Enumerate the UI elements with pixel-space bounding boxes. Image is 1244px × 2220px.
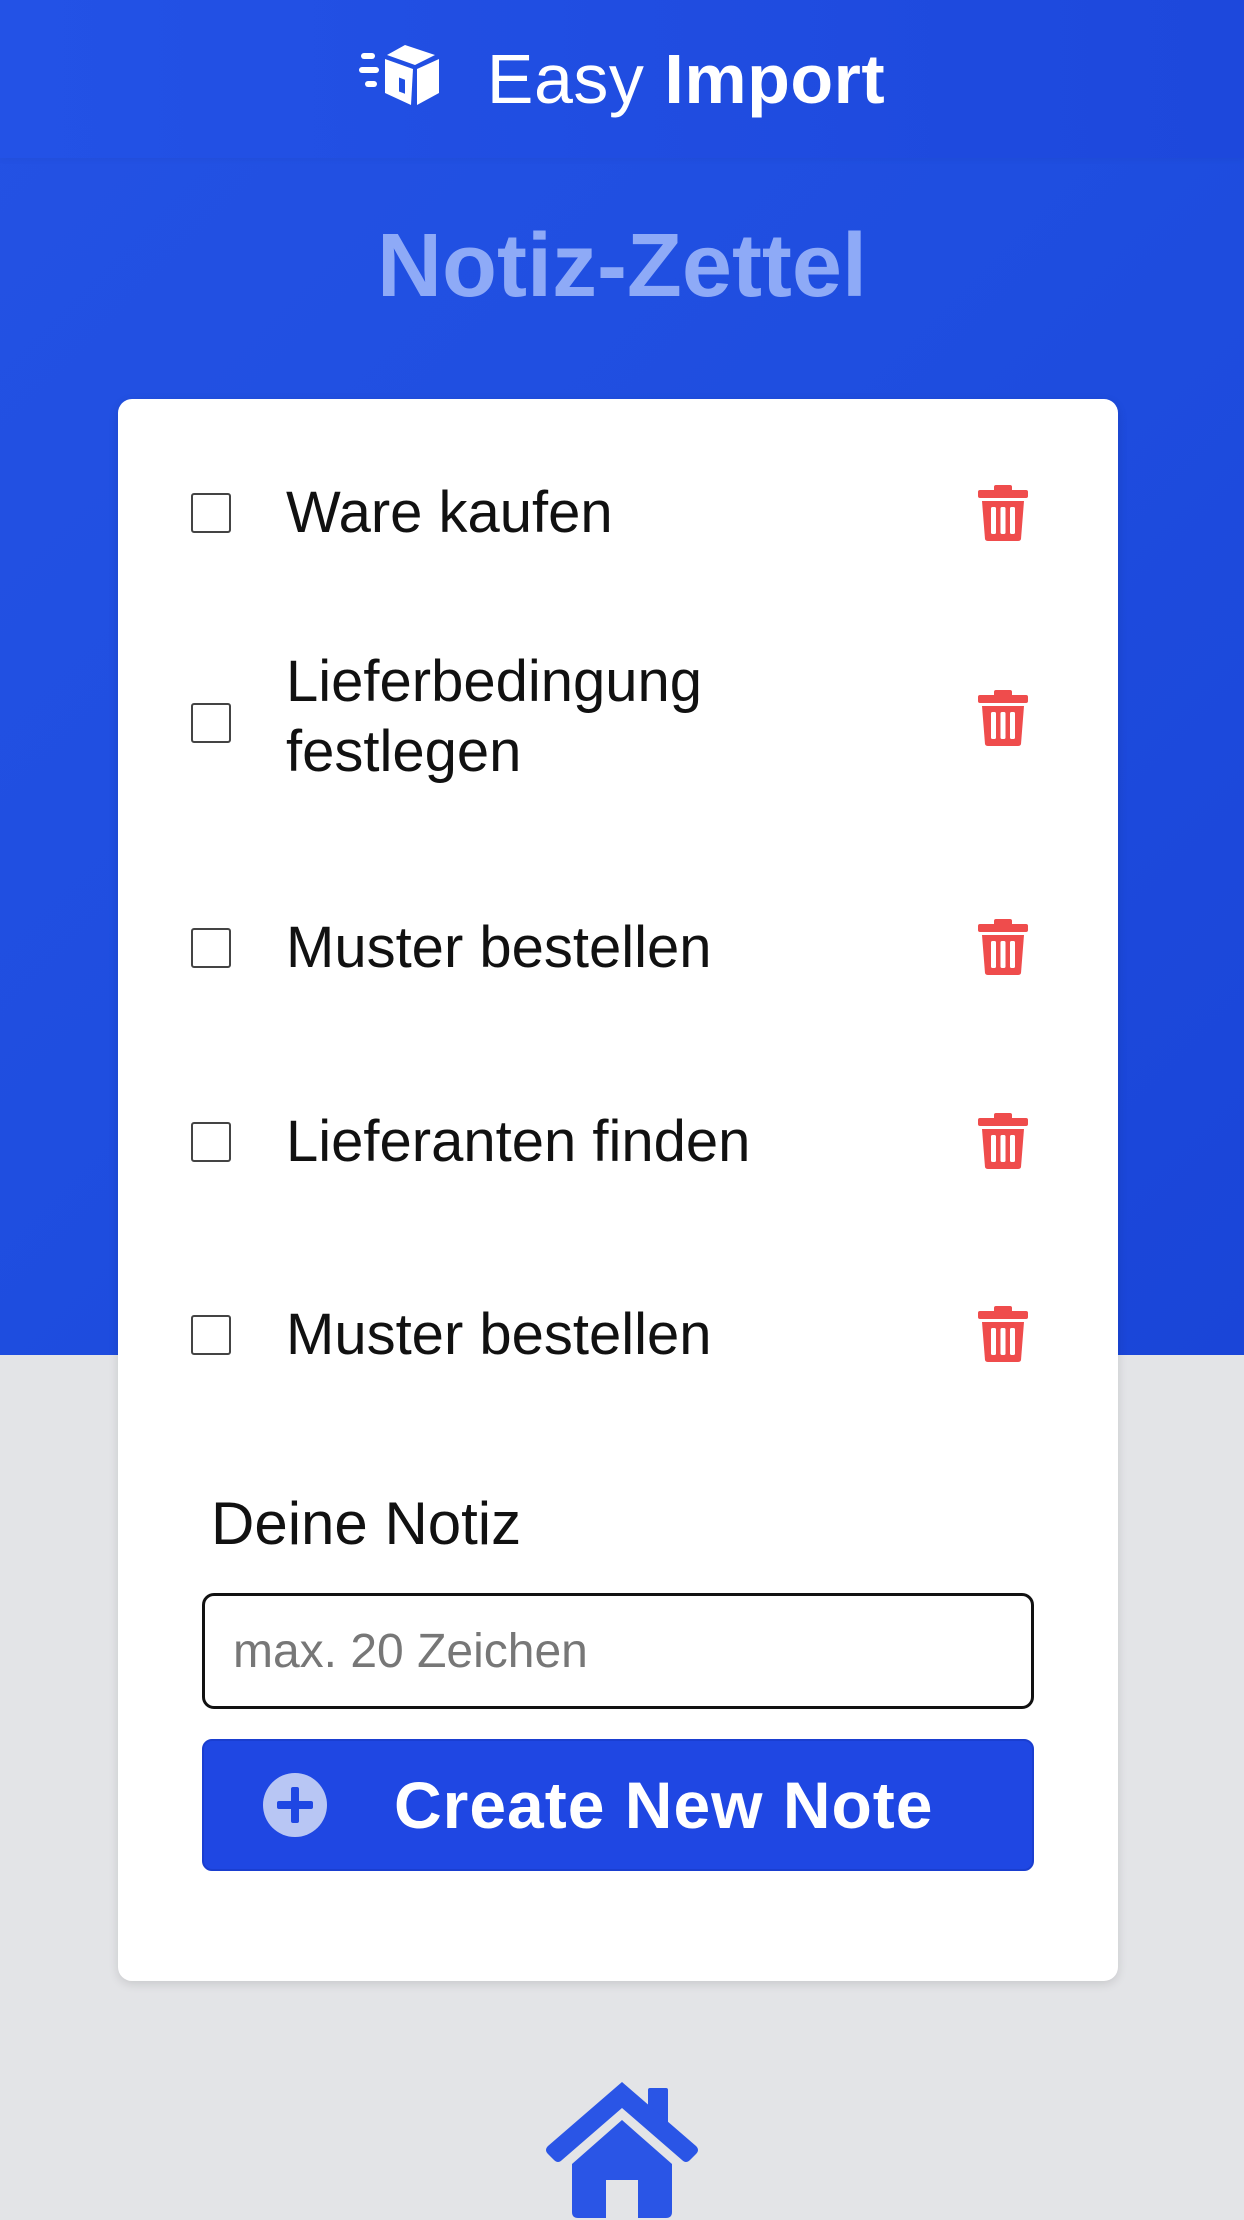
trash-icon[interactable] (978, 690, 1028, 746)
top-bar: Easy Import (0, 0, 1244, 158)
brand-name-import: Import (664, 40, 886, 118)
note-input-label: Deine Notiz (211, 1490, 522, 1557)
trash-icon[interactable] (978, 919, 1028, 975)
create-note-button[interactable]: Create New Note (202, 1739, 1034, 1871)
note-checkbox[interactable] (191, 703, 231, 743)
note-input[interactable] (202, 1593, 1034, 1709)
list-item: Lieferanten finden (118, 1093, 1118, 1203)
list-item: Muster bestellen (118, 899, 1118, 1009)
note-checkbox[interactable] (191, 493, 231, 533)
trash-icon[interactable] (978, 485, 1028, 541)
note-text: Lieferanten finden (286, 1109, 751, 1174)
list-item: Ware kaufen (118, 458, 1118, 568)
plus-circle-icon (263, 1773, 327, 1837)
page-title: Notiz-Zettel (377, 216, 867, 316)
list-item: Lieferbedingung festlegen (118, 645, 1118, 785)
note-text: Muster bestellen (286, 1302, 712, 1367)
home-icon[interactable] (544, 2080, 700, 2220)
note-text: Lieferbedingung festlegen (286, 649, 703, 784)
trash-icon[interactable] (978, 1113, 1028, 1169)
brand-name-easy: Easy (486, 40, 645, 118)
note-checkbox[interactable] (191, 1315, 231, 1355)
create-note-label: Create New Note (394, 1768, 934, 1842)
note-text: Muster bestellen (286, 915, 712, 980)
note-checkbox[interactable] (191, 928, 231, 968)
note-text: Ware kaufen (286, 480, 613, 545)
trash-icon[interactable] (978, 1306, 1028, 1362)
list-item: Muster bestellen (118, 1286, 1118, 1396)
brand-logo[interactable]: Easy Import (0, 0, 1244, 158)
note-checkbox[interactable] (191, 1122, 231, 1162)
notes-card: Ware kaufen Lieferbedingung festlegen Mu… (118, 399, 1118, 1981)
flying-box-icon (358, 45, 439, 105)
